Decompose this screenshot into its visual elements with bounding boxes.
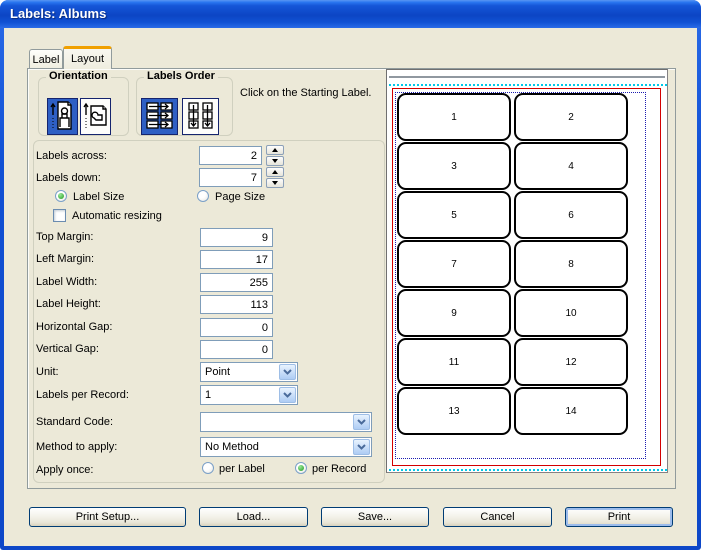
preview-label-cell[interactable]: 2: [514, 93, 628, 141]
page-preview[interactable]: 1234567891011121314: [386, 69, 668, 473]
orientation-portrait-button[interactable]: [47, 98, 78, 135]
window-title: Labels: Albums: [10, 6, 106, 21]
unit-label: Unit:: [36, 366, 59, 378]
landscape-page-icon: [83, 100, 108, 134]
preview-label-cell[interactable]: 10: [514, 289, 628, 337]
cancel-button-label: Cancel: [480, 511, 514, 523]
dialog-window: Labels: Albums Label Layout Orientation: [0, 0, 701, 550]
per-label-radio-label[interactable]: per Label: [219, 463, 265, 475]
label-height-input[interactable]: [200, 295, 273, 314]
tab-layout-text: Layout: [71, 53, 104, 65]
standard-code-label: Standard Code:: [36, 416, 113, 428]
page-size-radio-label[interactable]: Page Size: [215, 191, 265, 203]
labels-down-input[interactable]: [199, 168, 262, 187]
label-width-label: Label Width:: [36, 276, 97, 288]
label-height-label: Label Height:: [36, 298, 101, 310]
label-size-radio[interactable]: [55, 190, 67, 202]
horizontal-gap-label: Horizontal Gap:: [36, 321, 112, 333]
preview-label-cell[interactable]: 13: [397, 387, 511, 435]
top-margin-label: Top Margin:: [36, 231, 93, 243]
method-to-apply-select[interactable]: No Method: [200, 437, 372, 457]
print-setup-button-label: Print Setup...: [76, 511, 140, 523]
starting-label-hint: Click on the Starting Label.: [240, 87, 371, 99]
label-width-input[interactable]: [200, 273, 273, 292]
per-label-radio[interactable]: [202, 462, 214, 474]
unit-select[interactable]: Point: [200, 362, 298, 382]
load-button[interactable]: Load...: [199, 507, 308, 527]
page-edge-guide-bottom: [389, 469, 667, 471]
page-top-edge: [389, 76, 665, 78]
standard-code-select[interactable]: [200, 412, 372, 432]
labels-across-input[interactable]: [199, 146, 262, 165]
labels-per-record-select[interactable]: 1: [200, 385, 298, 405]
unit-value: Point: [201, 366, 278, 378]
left-margin-input[interactable]: [200, 250, 273, 269]
spin-up-icon[interactable]: [266, 167, 284, 177]
chevron-down-icon[interactable]: [279, 387, 296, 403]
save-button[interactable]: Save...: [321, 507, 429, 527]
portrait-page-icon: [50, 100, 75, 134]
print-button[interactable]: Print: [565, 507, 673, 527]
preview-label-cell[interactable]: 5: [397, 191, 511, 239]
preview-label-cell[interactable]: 9: [397, 289, 511, 337]
vertical-gap-label: Vertical Gap:: [36, 343, 99, 355]
save-button-label: Save...: [358, 511, 392, 523]
chevron-down-icon[interactable]: [353, 414, 370, 430]
preview-label-cell[interactable]: 11: [397, 338, 511, 386]
labels-order-group-title: Labels Order: [144, 70, 218, 82]
orientation-group-title: Orientation: [46, 70, 111, 82]
horizontal-order-icon: [145, 101, 174, 133]
labels-across-label: Labels across:: [36, 150, 107, 162]
labels-across-stepper[interactable]: [266, 145, 284, 166]
tab-layout[interactable]: Layout: [63, 46, 112, 69]
spin-down-icon[interactable]: [266, 156, 284, 166]
method-to-apply-value: No Method: [201, 441, 352, 453]
per-record-radio-label[interactable]: per Record: [312, 463, 366, 475]
labels-down-stepper[interactable]: [266, 167, 284, 188]
order-horizontal-button[interactable]: [141, 98, 178, 135]
labels-per-record-label: Labels per Record:: [36, 389, 129, 401]
chevron-down-icon[interactable]: [279, 364, 296, 380]
top-margin-input[interactable]: [200, 228, 273, 247]
preview-label-cell[interactable]: 12: [514, 338, 628, 386]
preview-label-grid[interactable]: 1234567891011121314: [397, 93, 628, 435]
preview-label-cell[interactable]: 3: [397, 142, 511, 190]
preview-label-cell[interactable]: 8: [514, 240, 628, 288]
print-setup-button[interactable]: Print Setup...: [29, 507, 186, 527]
preview-label-cell[interactable]: 1: [397, 93, 511, 141]
horizontal-gap-input[interactable]: [200, 318, 273, 337]
preview-label-cell[interactable]: 4: [514, 142, 628, 190]
automatic-resizing-checkbox[interactable]: [53, 209, 66, 222]
left-margin-label: Left Margin:: [36, 253, 94, 265]
title-bar[interactable]: Labels: Albums: [0, 0, 701, 28]
chevron-down-icon[interactable]: [353, 439, 370, 455]
per-record-radio[interactable]: [295, 462, 307, 474]
cancel-button[interactable]: Cancel: [443, 507, 552, 527]
spin-down-icon[interactable]: [266, 178, 284, 188]
print-button-label: Print: [608, 511, 631, 523]
spin-up-icon[interactable]: [266, 145, 284, 155]
page-size-radio[interactable]: [197, 190, 209, 202]
label-size-radio-label[interactable]: Label Size: [73, 191, 124, 203]
load-button-label: Load...: [237, 511, 271, 523]
page-edge-guide-top: [389, 84, 667, 86]
preview-label-cell[interactable]: 6: [514, 191, 628, 239]
apply-once-label: Apply once:: [36, 464, 93, 476]
preview-label-cell[interactable]: 7: [397, 240, 511, 288]
vertical-gap-input[interactable]: [200, 340, 273, 359]
tab-label-text: Label: [33, 54, 60, 66]
automatic-resizing-label[interactable]: Automatic resizing: [72, 210, 162, 222]
labels-down-label: Labels down:: [36, 172, 101, 184]
orientation-landscape-button[interactable]: [80, 98, 111, 135]
order-vertical-button[interactable]: [182, 98, 219, 135]
method-to-apply-label: Method to apply:: [36, 441, 117, 453]
labels-per-record-value: 1: [201, 389, 278, 401]
preview-label-cell[interactable]: 14: [514, 387, 628, 435]
tab-label[interactable]: Label: [29, 49, 63, 69]
vertical-order-icon: [186, 101, 215, 133]
